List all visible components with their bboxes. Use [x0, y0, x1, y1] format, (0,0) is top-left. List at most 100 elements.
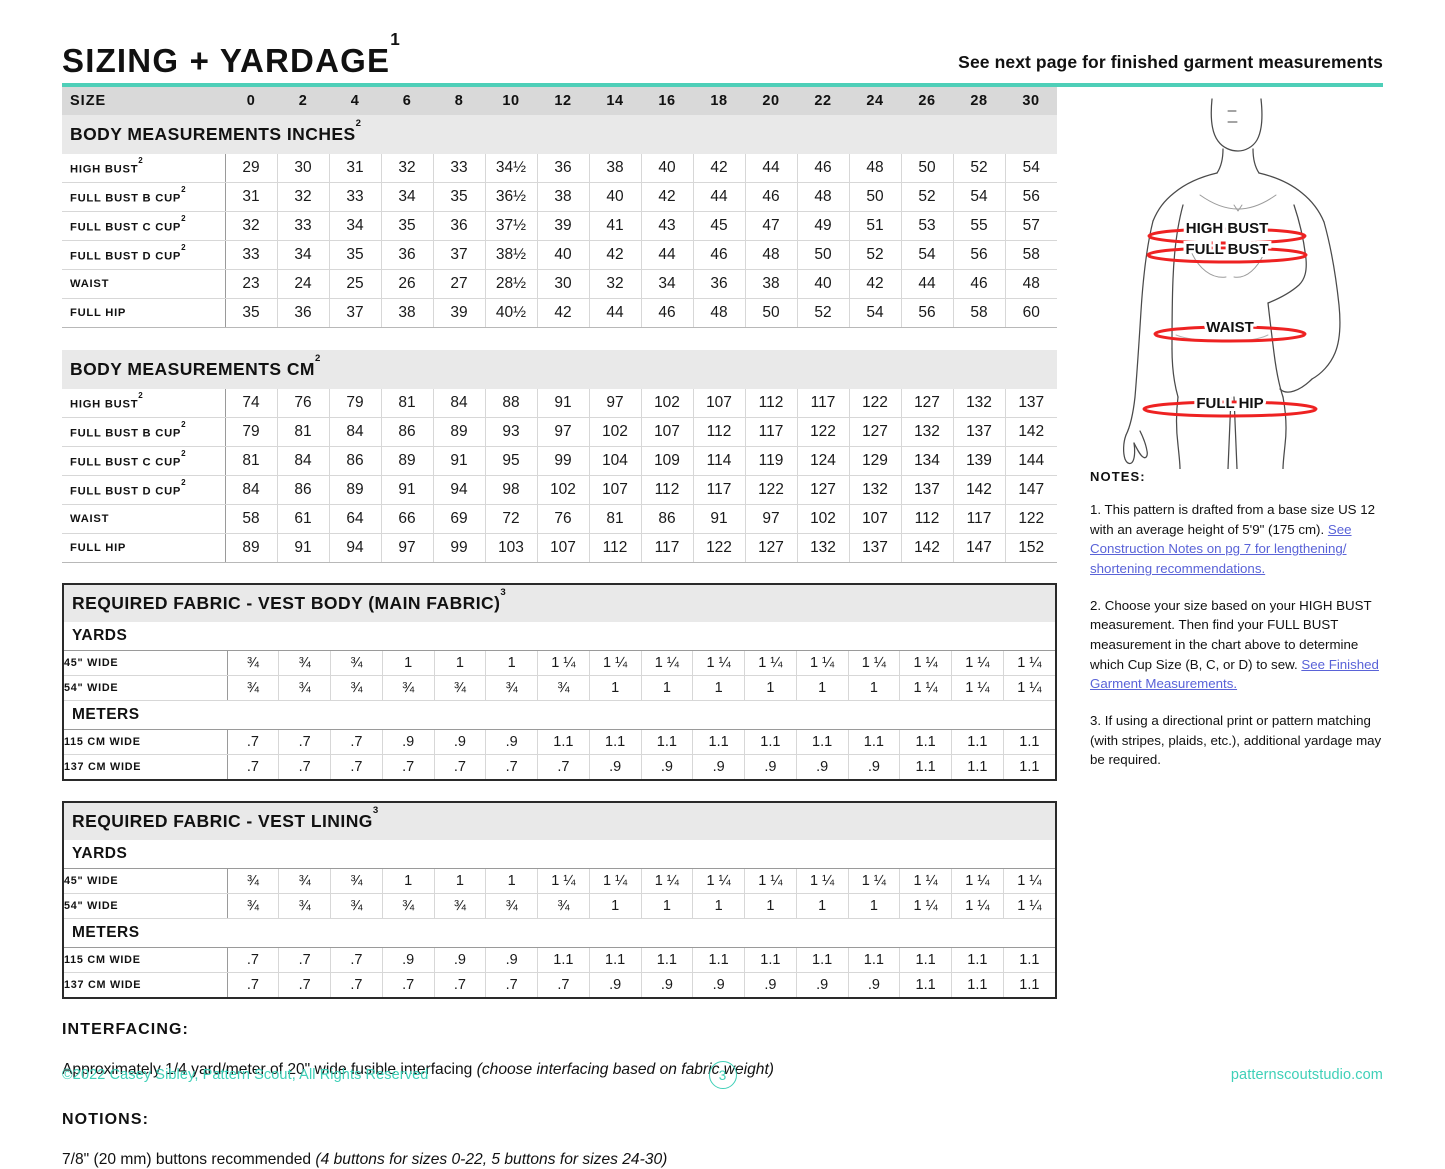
- row-value: 1.1: [899, 947, 952, 973]
- row-value: 37: [329, 298, 382, 328]
- row-value: ¾: [227, 675, 280, 701]
- size-header-cell: 6: [381, 87, 433, 115]
- row-value: 79: [329, 389, 382, 418]
- row-value: 1 ¼: [951, 868, 1004, 894]
- row-value: 38: [381, 298, 434, 328]
- size-header-cell: 12: [537, 87, 589, 115]
- footnote-marker: 2: [138, 391, 143, 401]
- row-value: 50: [901, 154, 954, 183]
- footnote-marker: 2: [181, 185, 186, 195]
- size-header-cell: 4: [329, 87, 381, 115]
- row-value: 1.1: [1019, 759, 1040, 775]
- row-value: .7: [434, 754, 487, 779]
- row-value: 44: [641, 240, 694, 270]
- size-header-label: SIZE: [62, 87, 225, 115]
- row-value: 1.1: [744, 729, 797, 755]
- row-value: 91: [277, 533, 330, 563]
- row-value: .9: [744, 754, 797, 779]
- row-value: 49: [797, 211, 850, 241]
- row-value: ¾: [434, 893, 487, 919]
- row-value: ¾: [227, 650, 280, 676]
- row-value: 45: [693, 211, 746, 241]
- size-header-cell: 26: [901, 87, 953, 115]
- row-value: 32: [225, 211, 278, 241]
- table-row: HIGH BUST2 74 76 79 81 84 88 91 97 102 107 112 117 12…: [62, 389, 1057, 418]
- row-value: 52: [797, 298, 850, 328]
- row-label: 45" WIDE: [64, 868, 228, 894]
- row-value: .9: [796, 754, 849, 779]
- row-value: 30: [537, 269, 590, 299]
- row-value: 1: [848, 893, 901, 919]
- row-value: 50: [797, 240, 850, 270]
- row-value: ¾: [278, 675, 331, 701]
- row-value: 86: [381, 417, 434, 447]
- row-label: HIGH BUST2: [62, 154, 226, 183]
- row-value: .7: [227, 754, 280, 779]
- row-value: 34: [277, 240, 330, 270]
- row-value: 122: [797, 417, 850, 447]
- row-value: 1: [848, 675, 901, 701]
- vest-lining-yards-subhead: YARDS: [64, 840, 1055, 869]
- row-value: 129: [849, 446, 902, 476]
- table-row: WAIST 23 24 25 26 27 28½ 30 32 34 36 38 40 42 44 46 48: [62, 269, 1057, 299]
- row-value: .7: [278, 729, 331, 755]
- body-measurement-diagram: HIGH BUST HIGH BUST FULL BUST FULL BUST …: [1090, 97, 1390, 469]
- footnote-marker: 2: [181, 478, 186, 488]
- row-value: 52: [953, 154, 1006, 183]
- size-header-cell: 0: [225, 87, 277, 115]
- table-row: FULL BUST D CUP2 33 34 35 36 37 38½ 40 42 44 46 48 5…: [62, 240, 1057, 270]
- row-value: 38½: [485, 240, 538, 270]
- row-value: 50: [745, 298, 798, 328]
- row-value: 1 ¼: [537, 868, 590, 894]
- row-value: .9: [434, 947, 487, 973]
- row-value: 42: [849, 269, 902, 299]
- row-value: 84: [433, 389, 486, 418]
- row-value: 107: [537, 533, 590, 563]
- row-value: .9: [692, 972, 745, 997]
- row-value: 33: [225, 240, 278, 270]
- notes-title: NOTES:: [1090, 469, 1146, 484]
- row-value: 104: [589, 446, 642, 476]
- row-label: 115 CM WIDE: [64, 947, 228, 973]
- row-value: 1 ¼: [744, 650, 797, 676]
- row-value: 69: [433, 504, 486, 534]
- row-value: 142: [1005, 417, 1057, 447]
- section-gap: [62, 328, 1057, 351]
- table-row: FULL HIP 89 91 94 97 99 103 107 112 117 122 127 132 1…: [62, 533, 1057, 563]
- row-value: 53: [901, 211, 954, 241]
- row-value: 44: [901, 269, 954, 299]
- row-value: 98: [485, 475, 538, 505]
- row-value: ¾: [485, 675, 538, 701]
- row-value: 132: [849, 475, 902, 505]
- size-header-cell: 2: [277, 87, 329, 115]
- row-value: 42: [589, 240, 642, 270]
- row-value: .7: [278, 947, 331, 973]
- row-value: .7: [382, 754, 435, 779]
- footnote-marker: 2: [355, 118, 362, 130]
- size-header-cell: 10: [485, 87, 537, 115]
- row-value: .7: [330, 729, 383, 755]
- row-value: 1 ¼: [796, 868, 849, 894]
- row-value: 1: [641, 893, 694, 919]
- row-value: 1: [485, 650, 538, 676]
- row-value: 36: [277, 298, 330, 328]
- row-value: 1.1: [899, 754, 952, 779]
- row-value: 112: [589, 533, 642, 563]
- figure-label-high-bust: HIGH BUST: [1186, 220, 1269, 237]
- size-header-cell: 8: [433, 87, 485, 115]
- body-measurements-table: SIZE 0 2 4 6 8 10 12 14 16 18 20 22 24 26 28 30 BODY MEAS…: [62, 87, 1057, 563]
- size-header-cell: 30: [1005, 87, 1057, 115]
- row-value: 132: [953, 389, 1006, 418]
- row-value: 56: [953, 240, 1006, 270]
- row-value: ¾: [278, 650, 331, 676]
- footer-website[interactable]: patternscoutstudio.com: [1231, 1067, 1383, 1083]
- row-value: 54: [1005, 154, 1057, 183]
- header-note: See next page for finished garment measu…: [958, 52, 1383, 72]
- row-value: .7: [485, 754, 538, 779]
- table-row: HIGH BUST2 29 30 31 32 33 34½ 36 38 40 42 44 46 48 50 5…: [62, 154, 1057, 183]
- row-value: 107: [693, 389, 746, 418]
- row-value: .9: [485, 947, 538, 973]
- row-value: 54: [849, 298, 902, 328]
- row-value: 1: [382, 650, 435, 676]
- row-value: 28½: [485, 269, 538, 299]
